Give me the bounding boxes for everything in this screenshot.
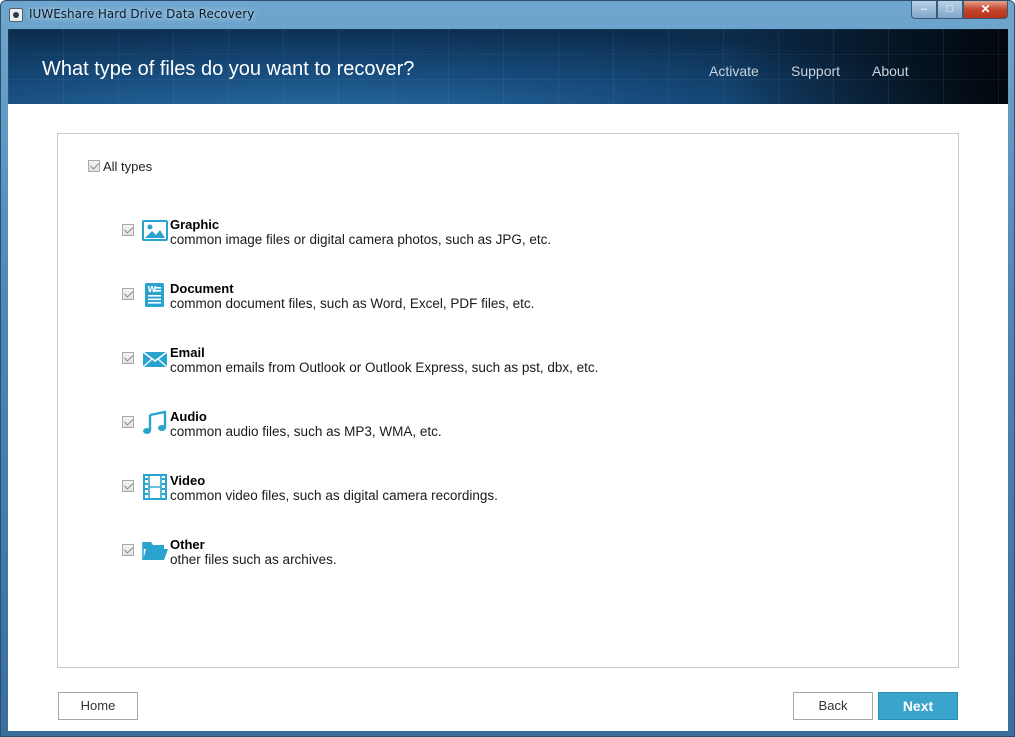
nav-support-link[interactable]: Support [791,63,840,79]
email-title: Email [170,345,205,360]
audio-title: Audio [170,409,207,424]
title-bar[interactable]: IUWEshare Hard Drive Data Recovery – □ ✕ [1,1,1014,29]
file-type-graphic: Graphic common image files or digital ca… [122,218,942,258]
next-button[interactable]: Next [878,692,958,720]
graphic-description: common image files or digital camera pho… [170,232,551,247]
other-description: other files such as archives. [170,552,337,567]
envelope-icon [142,346,168,372]
nav-activate-link[interactable]: Activate [709,63,759,79]
document-title: Document [170,281,234,296]
document-icon: W [142,282,168,308]
video-title: Video [170,473,205,488]
header-nav: Activate Support About [708,63,1008,83]
file-type-document: W Document common document files, such a… [122,282,942,322]
music-note-icon [142,410,168,436]
email-description: common emails from Outlook or Outlook Ex… [170,360,598,375]
minimize-button[interactable]: – [911,1,937,19]
home-button[interactable]: Home [58,692,138,720]
window-controls: – □ ✕ [911,1,1008,21]
all-types-checkbox[interactable] [88,160,100,172]
file-type-video: Video common video files, such as digita… [122,474,942,514]
folder-icon [142,538,168,564]
app-icon [9,8,23,22]
maximize-button[interactable]: □ [937,1,963,19]
film-icon [142,474,168,500]
file-type-email: Email common emails from Outlook or Outl… [122,346,942,386]
audio-description: common audio files, such as MP3, WMA, et… [170,424,442,439]
client-area: What type of files do you want to recove… [8,29,1008,731]
file-type-other: Other other files such as archives. [122,538,942,578]
other-title: Other [170,537,205,552]
graphic-title: Graphic [170,217,219,232]
window-title: IUWEshare Hard Drive Data Recovery [29,7,254,21]
other-checkbox[interactable] [122,544,134,556]
app-window: IUWEshare Hard Drive Data Recovery – □ ✕… [0,0,1015,737]
video-description: common video files, such as digital came… [170,488,498,503]
email-checkbox[interactable] [122,352,134,364]
nav-about-link[interactable]: About [872,63,909,79]
graphic-checkbox[interactable] [122,224,134,236]
video-checkbox[interactable] [122,480,134,492]
page-title: What type of files do you want to recove… [42,58,414,81]
all-types-label: All types [103,159,152,174]
file-type-audio: Audio common audio files, such as MP3, W… [122,410,942,450]
file-type-panel: All types Graphic common image files or … [57,133,959,668]
header-banner: What type of files do you want to recove… [8,29,1008,104]
document-checkbox[interactable] [122,288,134,300]
svg-text:W: W [148,285,157,294]
audio-checkbox[interactable] [122,416,134,428]
image-icon [142,218,168,244]
close-button[interactable]: ✕ [963,1,1008,19]
back-button[interactable]: Back [793,692,873,720]
document-description: common document files, such as Word, Exc… [170,296,534,311]
